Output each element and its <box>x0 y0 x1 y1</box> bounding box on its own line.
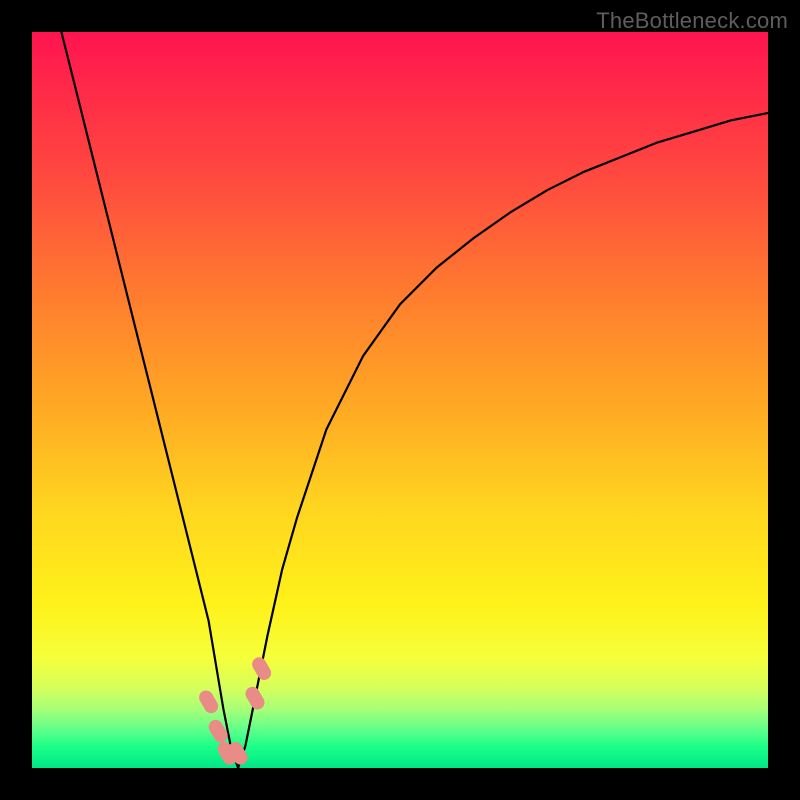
bottleneck-curve <box>61 32 768 768</box>
marker-dot <box>243 684 267 712</box>
watermark-label: TheBottleneck.com <box>596 8 788 34</box>
plot-area <box>32 32 768 768</box>
marker-dot <box>250 655 274 683</box>
curve-svg <box>32 32 768 768</box>
marker-group <box>197 655 274 767</box>
marker-dot <box>197 688 221 716</box>
chart-frame: TheBottleneck.com <box>0 0 800 800</box>
